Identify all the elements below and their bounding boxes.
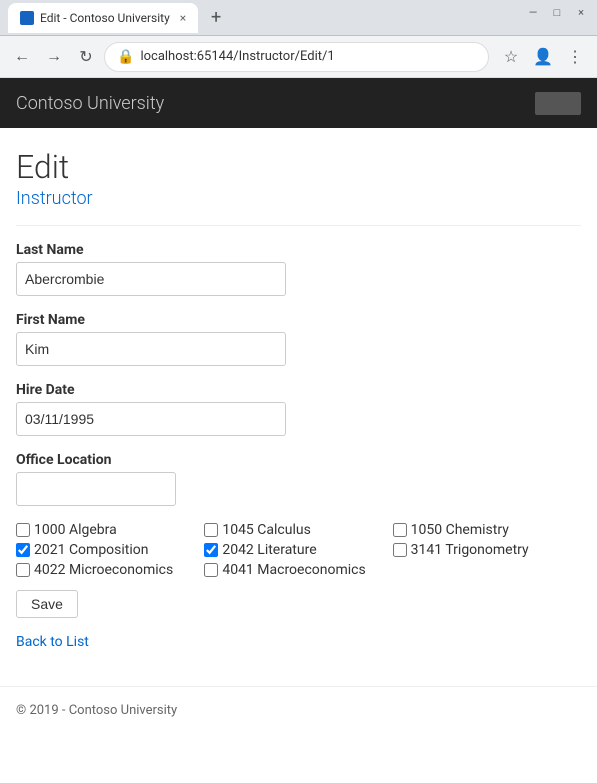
list-item: 4022 Microeconomics — [16, 562, 204, 578]
browser-titlebar: Edit - Contoso University × + — □ × — [0, 0, 597, 36]
office-location-label: Office Location — [16, 452, 581, 468]
page-content: Edit Instructor Last Name First Name Hir… — [0, 128, 597, 670]
course-label: 2042 Literature — [222, 542, 316, 558]
course-label: 1045 Calculus — [222, 522, 310, 538]
back-to-list-link[interactable]: Back to List — [16, 634, 89, 650]
first-name-group: First Name — [16, 312, 581, 366]
back-btn[interactable]: ← — [8, 43, 36, 71]
page-heading: Edit — [16, 148, 581, 186]
office-location-group: Office Location — [16, 452, 581, 506]
course-checkbox-2021[interactable] — [16, 543, 30, 557]
hire-date-input[interactable] — [16, 402, 286, 436]
account-icon[interactable]: 👤 — [529, 43, 557, 71]
course-checkbox-1000[interactable] — [16, 523, 30, 537]
lock-icon: 🔒 — [117, 49, 134, 65]
course-label: 2021 Composition — [34, 542, 149, 558]
maximize-btn[interactable]: □ — [549, 4, 565, 20]
app-header: Contoso University — [0, 78, 597, 128]
list-item: 2021 Composition — [16, 542, 204, 558]
course-label: 1000 Algebra — [34, 522, 117, 538]
footer-text: © 2019 - Contoso University — [16, 703, 177, 718]
course-checkbox-4041[interactable] — [204, 563, 218, 577]
app-title: Contoso University — [16, 93, 164, 114]
browser-controls: ← → ↻ 🔒 localhost:65144/Instructor/Edit/… — [0, 36, 597, 78]
last-name-input[interactable] — [16, 262, 286, 296]
tab-close-btn[interactable]: × — [180, 11, 186, 25]
tab-title: Edit - Contoso University — [40, 11, 170, 25]
course-checkbox-3141[interactable] — [393, 543, 407, 557]
new-tab-btn[interactable]: + — [202, 4, 230, 32]
browser-actions: ☆ 👤 ⋮ — [497, 43, 589, 71]
course-checkbox-2042[interactable] — [204, 543, 218, 557]
menu-icon[interactable]: ⋮ — [561, 43, 589, 71]
list-item: 1045 Calculus — [204, 522, 392, 538]
course-label: 1050 Chemistry — [411, 522, 509, 538]
reload-btn[interactable]: ↻ — [72, 43, 100, 71]
course-label: 3141 Trigonometry — [411, 542, 529, 558]
address-bar[interactable]: 🔒 localhost:65144/Instructor/Edit/1 — [104, 42, 489, 72]
divider — [16, 225, 581, 226]
course-label: 4022 Microeconomics — [34, 562, 173, 578]
forward-btn[interactable]: → — [40, 43, 68, 71]
page-subheading: Instructor — [16, 188, 581, 209]
tab-favicon — [20, 11, 34, 25]
course-label: 4041 Macroeconomics — [222, 562, 365, 578]
list-item: 1000 Algebra — [16, 522, 204, 538]
page-footer: © 2019 - Contoso University — [0, 686, 597, 734]
first-name-input[interactable] — [16, 332, 286, 366]
browser-tab[interactable]: Edit - Contoso University × — [8, 3, 198, 33]
hire-date-label: Hire Date — [16, 382, 581, 398]
last-name-label: Last Name — [16, 242, 581, 258]
course-checkbox-4022[interactable] — [16, 563, 30, 577]
list-item: 1050 Chemistry — [393, 522, 581, 538]
last-name-group: Last Name — [16, 242, 581, 296]
list-item: 2042 Literature — [204, 542, 392, 558]
list-item: 3141 Trigonometry — [393, 542, 581, 558]
course-checkbox-1045[interactable] — [204, 523, 218, 537]
office-location-input[interactable] — [16, 472, 176, 506]
courses-grid: 1000 Algebra 1045 Calculus 1050 Chemistry 2… — [16, 522, 581, 578]
bookmark-icon[interactable]: ☆ — [497, 43, 525, 71]
header-btn[interactable] — [535, 92, 581, 115]
url-text: localhost:65144/Instructor/Edit/1 — [140, 49, 476, 64]
hire-date-group: Hire Date — [16, 382, 581, 436]
close-btn[interactable]: × — [573, 4, 589, 20]
list-item: 4041 Macroeconomics — [204, 562, 392, 578]
save-button[interactable]: Save — [16, 590, 78, 618]
minimize-btn[interactable]: — — [525, 4, 541, 20]
course-checkbox-1050[interactable] — [393, 523, 407, 537]
first-name-label: First Name — [16, 312, 581, 328]
